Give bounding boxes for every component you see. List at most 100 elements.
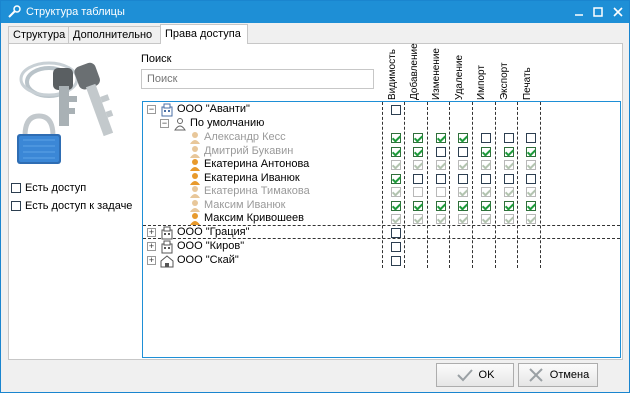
user-icon (190, 213, 200, 225)
column-header-edit: Изменение (431, 48, 442, 100)
tree-node-label: Максим Кривошеев (204, 212, 305, 224)
collapse-icon[interactable]: − (147, 105, 156, 114)
permission-checkbox[interactable] (481, 160, 491, 170)
permission-checkbox[interactable] (413, 160, 423, 170)
column-header-delete: Удаление (454, 54, 465, 100)
permission-checkbox[interactable] (391, 214, 401, 224)
permission-checkbox[interactable] (436, 173, 446, 184)
permission-checkbox[interactable] (458, 187, 468, 197)
tree-row-org[interactable]: + ООО "Скай" (143, 254, 620, 268)
permission-checkbox[interactable] (458, 173, 468, 184)
permission-checkbox[interactable] (481, 187, 491, 197)
permission-checkbox[interactable] (436, 133, 446, 143)
tree-row-user[interactable]: Дмитрий Букавин (143, 145, 620, 159)
permission-checkbox[interactable] (526, 160, 536, 170)
dialog-window: Структура таблицы Структура Дополнительн… (0, 0, 630, 393)
permission-checkbox[interactable] (458, 133, 468, 143)
visibility-checkbox[interactable] (391, 105, 401, 115)
tree-row-user[interactable]: Александр Кесс (143, 131, 620, 145)
tree-node-label: ООО "Киров" (177, 240, 245, 252)
permission-checkbox[interactable] (481, 173, 491, 184)
permission-checkbox[interactable] (436, 187, 446, 197)
maximize-icon[interactable] (589, 3, 607, 21)
tab-additional[interactable]: Дополнительно (68, 26, 161, 44)
building-icon (161, 226, 173, 240)
permission-checkbox[interactable] (413, 200, 423, 211)
tree-row-group-default[interactable]: − По умолчанию (143, 117, 620, 131)
permission-checkbox[interactable] (504, 200, 514, 211)
permission-checkbox[interactable] (391, 133, 401, 143)
search-input[interactable] (141, 69, 374, 89)
tree-node-label: ООО "Грация" (177, 226, 250, 238)
permission-checkbox[interactable] (504, 214, 514, 224)
permission-checkbox[interactable] (391, 146, 401, 157)
collapse-icon[interactable]: − (160, 119, 169, 128)
tree-row-user[interactable]: Екатерина Иванюк (143, 172, 620, 186)
tree-row-user[interactable]: Максим Иванюк (143, 199, 620, 213)
permission-checkbox[interactable] (458, 214, 468, 224)
expand-icon[interactable]: + (147, 228, 156, 237)
permission-checkbox[interactable] (481, 200, 491, 211)
expand-icon[interactable]: + (147, 256, 156, 265)
permission-checkbox[interactable] (504, 187, 514, 197)
permission-checkbox[interactable] (391, 173, 401, 184)
tree-row-user[interactable]: Екатерина Тимакова (143, 185, 620, 199)
permission-checkbox[interactable] (504, 133, 514, 143)
permission-checkbox[interactable] (458, 160, 468, 170)
permission-checkbox[interactable] (504, 160, 514, 170)
close-icon[interactable] (609, 3, 627, 21)
tab-access-rights[interactable]: Права доступа (160, 24, 248, 44)
permission-checkbox[interactable] (481, 146, 491, 157)
permission-checkbox[interactable] (413, 146, 423, 157)
tab-structure[interactable]: Структура (8, 26, 69, 44)
tree-row-org[interactable]: + ООО "Грация" (143, 226, 620, 240)
permission-checkbox[interactable] (413, 187, 423, 197)
ok-label: OK (478, 369, 495, 381)
permission-checkbox[interactable] (458, 146, 468, 157)
has-task-access-filter[interactable]: Есть доступ к задаче (11, 199, 132, 213)
ok-button[interactable]: OK (436, 363, 514, 387)
permission-checkbox[interactable] (436, 200, 446, 211)
permission-checkbox[interactable] (526, 214, 536, 224)
permission-checkbox[interactable] (458, 200, 468, 211)
permission-checkbox[interactable] (436, 160, 446, 170)
has-access-filter[interactable]: Есть доступ (11, 181, 86, 195)
has-task-access-label: Есть доступ к задаче (25, 200, 133, 212)
column-header-add: Добавление (409, 43, 420, 100)
tree-row-org-avanti[interactable]: − ООО "Аванти" (143, 103, 620, 117)
tree-row-user[interactable]: Екатерина Антонова (143, 158, 620, 172)
title-bar[interactable]: Структура таблицы (1, 1, 629, 23)
permission-checkbox[interactable] (504, 146, 514, 157)
permission-checkbox[interactable] (436, 146, 446, 157)
visibility-checkbox[interactable] (391, 256, 401, 266)
permission-checkbox[interactable] (391, 160, 401, 170)
permission-checkbox[interactable] (504, 173, 514, 184)
has-access-checkbox[interactable] (11, 183, 21, 193)
minimize-icon[interactable] (570, 3, 588, 21)
permission-checkbox[interactable] (526, 146, 536, 157)
permission-checkbox[interactable] (526, 173, 536, 184)
has-access-label: Есть доступ (25, 182, 87, 194)
permission-checkbox[interactable] (481, 214, 491, 224)
permission-checkbox[interactable] (526, 187, 536, 197)
tree-row-org[interactable]: + ООО "Киров" (143, 240, 620, 254)
access-tree-grid[interactable]: − ООО "Аванти" − По умолчанию Александр … (142, 101, 621, 358)
visibility-checkbox[interactable] (391, 242, 401, 252)
visibility-checkbox[interactable] (391, 228, 401, 238)
permission-checkbox[interactable] (413, 173, 423, 184)
house-icon (160, 255, 174, 268)
permission-checkbox[interactable] (413, 214, 423, 224)
permission-checkbox[interactable] (391, 187, 401, 197)
permission-checkbox[interactable] (413, 133, 423, 143)
permission-checkbox[interactable] (526, 200, 536, 211)
tree-row-user[interactable]: Максим Кривошеев (143, 212, 620, 226)
expand-icon[interactable]: + (147, 242, 156, 251)
permission-checkbox[interactable] (526, 133, 536, 143)
cancel-button[interactable]: Отмена (518, 363, 598, 387)
building-icon (161, 103, 173, 117)
cancel-x-icon (529, 368, 543, 382)
permission-checkbox[interactable] (391, 200, 401, 211)
has-task-access-checkbox[interactable] (11, 201, 21, 211)
permission-checkbox[interactable] (481, 133, 491, 143)
permission-checkbox[interactable] (436, 214, 446, 224)
